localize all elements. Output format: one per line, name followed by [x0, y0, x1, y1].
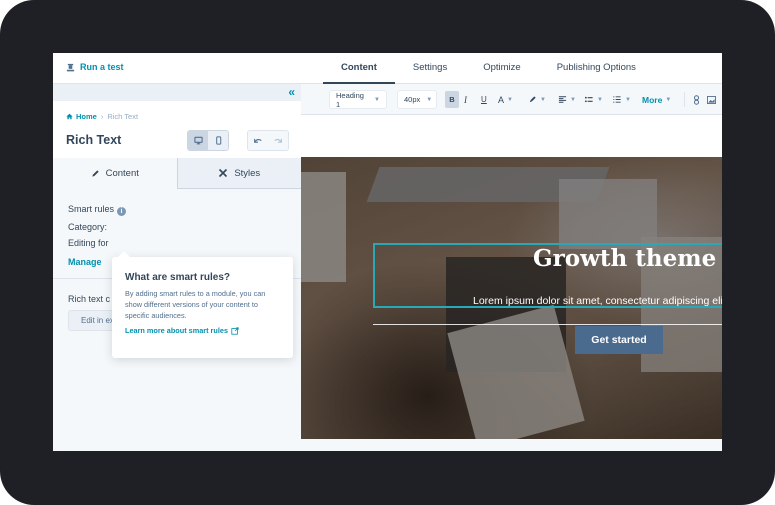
font-size-select[interactable]: 40px ▼	[397, 90, 437, 109]
styles-icon	[219, 168, 228, 178]
text-color-button[interactable]: A ▼	[498, 91, 513, 108]
sidebar-tab-styles[interactable]: Styles	[176, 158, 301, 189]
toolbar-divider	[684, 92, 685, 107]
hero-divider	[373, 324, 722, 325]
caret-down-icon: ▼	[507, 96, 513, 103]
sidebar-tab-styles-label: Styles	[234, 167, 261, 179]
highlight-button[interactable]: ▼	[528, 91, 546, 108]
caret-down-icon: ▼	[540, 96, 546, 103]
manage-link[interactable]: Manage	[68, 257, 102, 267]
pencil-icon	[91, 170, 99, 177]
learn-more-label: Learn more about smart rules	[125, 326, 228, 335]
bullet-list-icon	[584, 96, 593, 103]
desktop-view-button[interactable]	[188, 131, 208, 150]
caret-down-icon: ▼	[597, 96, 603, 103]
info-icon[interactable]: i	[117, 207, 127, 216]
breadcrumb: Home › Rich Text	[66, 112, 138, 121]
undo-redo-group	[247, 130, 289, 151]
learn-more-link[interactable]: Learn more about smart rules	[125, 326, 280, 335]
canvas-footer	[301, 439, 722, 451]
app-screen: Run a test Content Settings Optimize Pub…	[53, 53, 722, 451]
mobile-view-button[interactable]	[208, 131, 228, 150]
tab-settings[interactable]: Settings	[395, 53, 465, 84]
more-button[interactable]: More ▼	[642, 91, 671, 108]
image-button[interactable]	[707, 91, 716, 108]
link-icon	[694, 94, 699, 105]
bold-button[interactable]: B	[445, 91, 459, 108]
caret-down-icon: ▼	[625, 96, 631, 103]
category-label: Category:	[68, 222, 108, 232]
align-button[interactable]: ▼	[558, 91, 576, 108]
more-label: More	[642, 94, 663, 105]
external-link-icon	[231, 326, 239, 335]
caret-down-icon: ▼	[426, 96, 433, 103]
smart-rules-row: Smart rules i	[68, 204, 127, 216]
flask-icon	[66, 63, 75, 71]
undo-button[interactable]	[248, 131, 268, 150]
text-color-icon: A	[498, 94, 505, 105]
bullet-list-button[interactable]: ▼	[584, 91, 603, 108]
text-style-select[interactable]: Heading 1 ▼	[329, 90, 387, 109]
module-sidebar: « Home › Rich Text Rich Text Content Sty…	[53, 84, 301, 451]
top-bar: Run a test Content Settings Optimize Pub…	[53, 53, 722, 84]
redo-button[interactable]	[268, 131, 288, 150]
undo-icon	[254, 138, 262, 143]
get-started-button[interactable]: Get started	[575, 326, 663, 354]
tab-optimize[interactable]: Optimize	[465, 53, 538, 84]
editing-for-label: Editing for	[68, 238, 109, 248]
image-icon	[707, 95, 716, 104]
italic-button[interactable]: I	[464, 91, 467, 108]
panel-title: Rich Text	[66, 133, 122, 147]
caret-down-icon: ▼	[570, 96, 576, 103]
smart-rules-label: Smart rules	[68, 204, 115, 214]
hero-title[interactable]: Growth theme	[533, 245, 716, 272]
redo-icon	[274, 138, 282, 143]
breadcrumb-separator: ›	[100, 112, 104, 121]
device-toggle	[187, 130, 229, 151]
home-icon	[66, 113, 73, 120]
collapse-row: «	[53, 84, 301, 101]
breadcrumb-home-label: Home	[76, 112, 97, 121]
editor-tabs: Content Settings Optimize Publishing Opt…	[323, 53, 654, 84]
breadcrumb-home[interactable]: Home	[66, 112, 97, 121]
tooltip-title: What are smart rules?	[125, 272, 231, 283]
underline-button[interactable]: U	[481, 91, 487, 108]
rich-text-toolbar: Heading 1 ▼ 40px ▼ B I U A ▼ ▼ ▼ ▼ ▼ More ▼	[301, 84, 722, 115]
breadcrumb-current: Rich Text	[107, 112, 139, 121]
mobile-icon	[215, 136, 221, 145]
sidebar-tab-content[interactable]: Content	[53, 158, 177, 189]
caret-down-icon: ▼	[665, 96, 672, 103]
tab-publishing-options[interactable]: Publishing Options	[539, 53, 654, 84]
panel-header: Home › Rich Text Rich Text	[53, 101, 301, 158]
run-test-label: Run a test	[80, 62, 124, 72]
link-button[interactable]	[693, 91, 700, 108]
hero-subtitle[interactable]: Lorem ipsum dolor sit amet, consectetur …	[473, 295, 722, 307]
caret-down-icon: ▼	[374, 96, 380, 103]
sidebar-tab-content-label: Content	[105, 168, 139, 179]
sidebar-tabs: Content Styles	[53, 158, 301, 189]
highlighter-icon	[529, 96, 536, 103]
align-left-icon	[558, 96, 567, 103]
page-preview: Growth theme Lorem ipsum dolor sit amet,…	[301, 115, 722, 451]
tooltip-body: By adding smart rules to a module, you c…	[125, 289, 266, 320]
run-test-button[interactable]: Run a test	[66, 62, 124, 72]
smart-rules-tooltip: What are smart rules? By adding smart ru…	[112, 251, 293, 358]
numbered-list-button[interactable]: ▼	[612, 91, 631, 108]
collapse-sidebar-icon[interactable]: «	[288, 85, 295, 99]
desktop-icon	[193, 136, 203, 145]
rich-text-label: Rich text c	[68, 294, 111, 304]
text-style-value: Heading 1	[336, 90, 364, 109]
tab-content[interactable]: Content	[323, 53, 395, 84]
numbered-list-icon	[613, 96, 621, 103]
hero-banner[interactable]: Growth theme Lorem ipsum dolor sit amet,…	[301, 157, 722, 439]
font-size-value: 40px	[404, 95, 421, 104]
